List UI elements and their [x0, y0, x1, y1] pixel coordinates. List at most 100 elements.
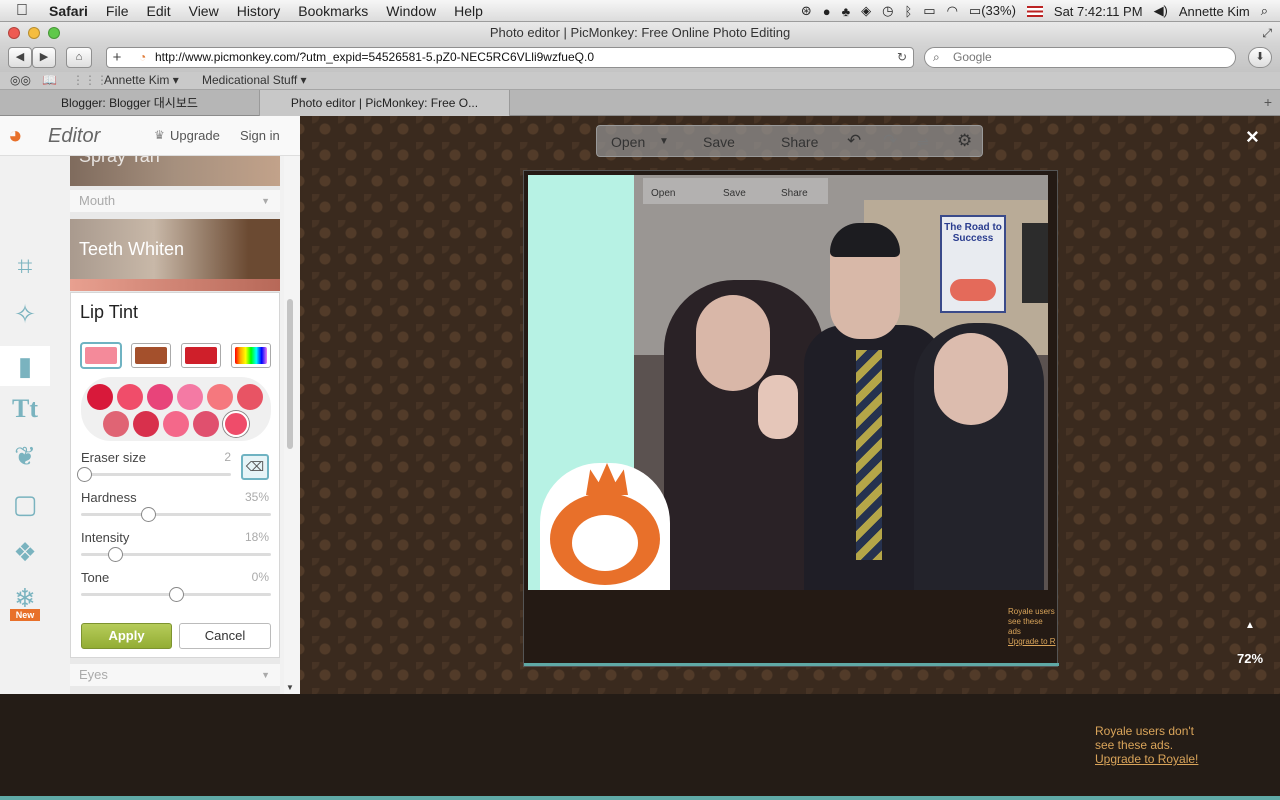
scrollbar-thumb[interactable] — [287, 299, 293, 449]
menu-window[interactable]: Window — [377, 3, 445, 19]
menu-history[interactable]: History — [228, 3, 290, 19]
open-button[interactable]: Open — [611, 134, 645, 150]
swatch-red[interactable] — [181, 343, 221, 368]
reading-list-icon[interactable]: ◎◎ — [10, 73, 31, 87]
new-tab-icon[interactable]: + — [1264, 94, 1272, 110]
lipstick-touchup-icon[interactable]: ▮ — [0, 346, 50, 386]
url-field[interactable]: ◔ http://www.picmonkey.com/?utm_expid=54… — [106, 47, 914, 68]
menu-help[interactable]: Help — [445, 3, 492, 19]
picmonkey-logo-icon[interactable]: ◕ — [8, 122, 23, 150]
apple-menu-icon[interactable]:  — [0, 2, 40, 20]
history-icon[interactable]: ⇌ — [917, 134, 929, 151]
section-mouth[interactable]: Mouth ▼ — [70, 190, 280, 212]
hardness-knob[interactable] — [140, 507, 156, 522]
bookmark-annette-kim[interactable]: Annette Kim ▾ — [104, 73, 179, 87]
text-icon[interactable]: Tt — [10, 394, 40, 424]
texture-icon[interactable]: ❖ — [10, 537, 40, 567]
redo-icon[interactable]: ↷ — [883, 131, 897, 151]
eraser-slider[interactable] — [77, 467, 231, 482]
clock[interactable]: Sat 7:42:11 PM — [1054, 4, 1143, 19]
upgrade-royale-link[interactable]: Upgrade to Royale! — [1095, 752, 1198, 766]
close-window-icon[interactable] — [8, 27, 20, 39]
mac-menubar:  Safari File Edit View History Bookmark… — [0, 0, 1280, 22]
zoom-window-icon[interactable] — [48, 27, 60, 39]
swatch-pink[interactable] — [81, 343, 121, 368]
undo-icon[interactable]: ↶ — [847, 131, 861, 151]
swatch-brown[interactable] — [131, 343, 171, 368]
tone-knob[interactable] — [169, 587, 184, 602]
minimize-window-icon[interactable] — [28, 27, 40, 39]
zoom-up-icon[interactable]: ▲ — [1230, 620, 1270, 631]
close-editor-icon[interactable]: × — [1246, 124, 1259, 150]
upgrade-link[interactable]: Upgrade — [170, 128, 220, 143]
spotlight-icon[interactable]: ⌕ — [1261, 3, 1268, 19]
color-dot[interactable] — [147, 384, 173, 410]
hat-icon[interactable]: ● — [823, 4, 831, 19]
frame-icon[interactable]: ▢ — [10, 489, 40, 519]
color-dot[interactable] — [87, 384, 113, 410]
search-field[interactable]: ⌕ Google — [924, 47, 1236, 68]
tab-picmonkey[interactable]: Photo editor | PicMonkey: Free O... — [260, 90, 510, 116]
menu-file[interactable]: File — [97, 3, 138, 19]
bluetooth-icon[interactable]: ᛒ — [904, 4, 912, 19]
magic-wand-icon[interactable]: ✧ — [10, 299, 40, 329]
flag-icon[interactable] — [1026, 5, 1043, 17]
menu-edit[interactable]: Edit — [137, 3, 179, 19]
evernote-icon[interactable]: ♣ — [842, 4, 851, 19]
color-dot[interactable] — [103, 411, 129, 437]
color-dot[interactable] — [133, 411, 159, 437]
intensity-knob[interactable] — [108, 547, 124, 562]
eraser-knob[interactable] — [77, 467, 92, 482]
bookmarks-book-icon[interactable]: 📖 — [42, 73, 57, 87]
time-machine-icon[interactable]: ◷ — [882, 3, 893, 19]
reload-icon[interactable]: ↻ — [897, 48, 907, 67]
hardness-slider[interactable] — [81, 507, 271, 522]
color-dot[interactable] — [117, 384, 143, 410]
volume-icon[interactable]: ◀) — [1154, 3, 1168, 19]
share-button[interactable]: Share — [781, 134, 818, 150]
menu-view[interactable]: View — [180, 3, 228, 19]
apply-button[interactable]: Apply — [81, 623, 172, 649]
bookmarks-grid-icon[interactable]: ⋮⋮⋮ — [72, 73, 108, 87]
menu-bookmarks[interactable]: Bookmarks — [289, 3, 377, 19]
butterfly-overlay-icon[interactable]: ❦ — [10, 441, 40, 471]
wifi-icon[interactable]: ◠ — [947, 3, 958, 19]
small-ad-link[interactable]: Upgrade to R — [1008, 637, 1057, 647]
add-bookmark-button[interactable]: + — [106, 47, 128, 68]
tone-slider[interactable] — [81, 587, 271, 602]
color-dot[interactable] — [207, 384, 233, 410]
fullscreen-icon[interactable]: ⤢ — [1262, 22, 1272, 44]
save-button[interactable]: Save — [703, 134, 735, 150]
tab-blogger[interactable]: Blogger: Blogger 대시보드 — [0, 90, 260, 116]
spray-tan-item[interactable]: Spray Tan — [70, 156, 280, 186]
display-icon[interactable]: ▭ — [923, 3, 935, 19]
panel-scrollbar[interactable]: ▼ — [284, 156, 300, 694]
intensity-slider[interactable] — [81, 547, 271, 562]
status-icon[interactable]: ⊛ — [801, 3, 812, 19]
teeth-whiten-item[interactable]: Teeth Whiten — [70, 219, 280, 279]
section-eyes[interactable]: Eyes ▼ — [70, 664, 280, 686]
settings-gear-icon[interactable]: ⚙ — [957, 131, 972, 151]
user-name[interactable]: Annette Kim — [1179, 4, 1250, 19]
sign-in-link[interactable]: Sign in — [240, 128, 280, 143]
scroll-down-icon[interactable]: ▼ — [286, 683, 294, 692]
forward-button[interactable]: ▶ — [32, 47, 56, 68]
back-button[interactable]: ◀ — [8, 47, 32, 68]
cancel-button[interactable]: Cancel — [179, 623, 271, 649]
color-dot[interactable] — [163, 411, 189, 437]
downloads-button[interactable]: ⬇ — [1248, 47, 1272, 68]
home-button[interactable]: ⌂ — [66, 47, 92, 68]
crop-icon[interactable]: ⌗ — [10, 251, 40, 281]
zoom-control[interactable]: ▲ 72% — [1230, 620, 1270, 676]
edited-photo[interactable]: The Road to Success Open Save Share — [528, 175, 1048, 590]
dropbox-icon[interactable]: ◈ — [861, 3, 871, 19]
menu-app-name[interactable]: Safari — [40, 3, 97, 19]
color-dot[interactable] — [177, 384, 203, 410]
color-dot[interactable] — [237, 384, 263, 410]
color-dot[interactable] — [193, 411, 219, 437]
battery-icon[interactable]: ▭(33%) — [969, 3, 1016, 19]
open-chevron-icon[interactable]: ▼ — [659, 136, 669, 147]
eraser-icon[interactable]: ⌫ — [241, 454, 269, 480]
swatch-rainbow[interactable] — [231, 343, 271, 368]
bookmark-medicational-stuff[interactable]: Medicational Stuff ▾ — [202, 73, 307, 87]
